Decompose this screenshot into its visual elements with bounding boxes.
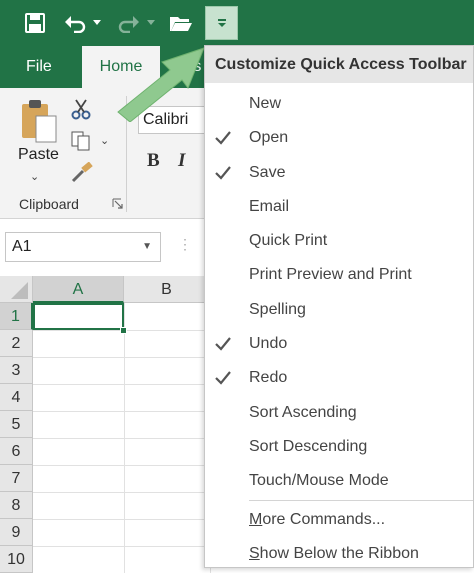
paste-label: Paste [18, 146, 59, 163]
bold-button[interactable]: B [147, 150, 160, 172]
clipboard-group-label: Clipboard [19, 196, 79, 212]
menu-item-show-below-ribbon[interactable]: Show Below the Ribbon [205, 537, 473, 571]
menu-item-label: Redo [249, 369, 288, 387]
save-icon[interactable] [22, 8, 48, 38]
menu-item-label: Sort Ascending [249, 403, 357, 421]
tab-file[interactable]: File [26, 46, 52, 88]
checkmark-icon [214, 361, 232, 395]
menu-item-new[interactable]: New [205, 87, 473, 121]
gridline [33, 330, 233, 331]
gridline [124, 303, 125, 573]
menu-item-email[interactable]: Email [205, 190, 473, 224]
row-header[interactable]: 9 [0, 519, 33, 546]
folder-open-icon[interactable] [167, 8, 195, 38]
fill-handle[interactable] [120, 327, 127, 334]
row-header[interactable]: 1 [0, 303, 33, 330]
copy-dropdown-icon[interactable]: ⌄ [100, 134, 109, 147]
copy-icon[interactable] [70, 130, 92, 152]
row-header[interactable]: 3 [0, 357, 33, 384]
menu-item-open[interactable]: Open [205, 121, 473, 155]
scissors-icon[interactable] [70, 98, 92, 120]
menu-item-label: Touch/Mouse Mode [249, 472, 389, 490]
menu-item-label: Email [249, 197, 290, 215]
paste-icon [22, 100, 57, 143]
chevron-down-icon: ▼ [142, 241, 152, 252]
formula-bar-grip-icon[interactable]: ⋮ [178, 236, 192, 253]
menu-item-touch-mouse-mode[interactable]: Touch/Mouse Mode [205, 464, 473, 498]
customize-toolbar-dropdown-icon[interactable] [205, 6, 238, 40]
gridline [33, 492, 233, 493]
menu-item-label: ore Commands... [262, 510, 386, 528]
checkmark-icon [214, 121, 232, 155]
customize-qat-menu: Customize Quick Access Toolbar New Open … [204, 45, 474, 568]
row-header[interactable]: 6 [0, 438, 33, 465]
menu-item-print-preview[interactable]: Print Preview and Print [205, 258, 473, 292]
row-header[interactable]: 7 [0, 465, 33, 492]
format-painter-icon[interactable] [70, 162, 94, 184]
menu-item-redo[interactable]: Redo [205, 361, 473, 395]
menu-item-label: how Below the Ribbon [259, 544, 419, 562]
name-box[interactable]: A1 ▼ [5, 232, 161, 262]
menu-item-label: Open [249, 129, 289, 147]
column-header[interactable]: A [33, 276, 124, 303]
undo-dropdown-icon[interactable] [90, 8, 104, 38]
row-header[interactable]: 2 [0, 330, 33, 357]
checkmark-icon [214, 327, 232, 361]
menu-item-label: Save [249, 163, 286, 181]
redo-icon[interactable] [116, 8, 142, 38]
access-key: S [249, 544, 260, 562]
gridline [33, 384, 233, 385]
menu-item-label: Quick Print [249, 232, 328, 250]
menu-item-more-commands[interactable]: More Commands... [205, 503, 473, 537]
menu-item-sort-descending[interactable]: Sort Descending [205, 430, 473, 464]
access-key: M [249, 510, 263, 528]
menu-item-quick-print[interactable]: Quick Print [205, 224, 473, 258]
gridline [33, 438, 233, 439]
gridline [33, 519, 233, 520]
menu-item-sort-ascending[interactable]: Sort Ascending [205, 396, 473, 430]
gridline [33, 357, 233, 358]
chevron-down-icon: ⌄ [30, 171, 40, 183]
redo-dropdown-icon[interactable] [144, 8, 158, 38]
menu-item-label: New [249, 95, 282, 112]
row-header[interactable]: 5 [0, 411, 33, 438]
name-box-value: A1 [12, 238, 32, 255]
menu-item-undo[interactable]: Undo [205, 327, 473, 361]
callout-arrow [117, 47, 205, 122]
gridline [33, 546, 233, 547]
menu-item-label: Print Preview and Print [249, 266, 412, 284]
row-header[interactable]: 10 [0, 546, 33, 573]
menu-separator [249, 499, 473, 501]
row-header[interactable]: 8 [0, 492, 33, 519]
menu-item-label: Spelling [249, 300, 306, 318]
menu-title: Customize Quick Access Toolbar [205, 46, 473, 83]
undo-icon[interactable] [62, 8, 88, 38]
menu-item-label: Undo [249, 335, 288, 353]
gridline [33, 411, 233, 412]
menu-item-save[interactable]: Save [205, 156, 473, 190]
row-header[interactable]: 4 [0, 384, 33, 411]
select-all-corner[interactable] [0, 276, 33, 303]
column-header[interactable]: B [124, 276, 210, 303]
gridline [33, 465, 233, 466]
quick-access-toolbar [0, 0, 474, 46]
checkmark-icon [214, 156, 232, 190]
menu-item-label: Sort Descending [249, 437, 368, 455]
menu-item-spelling[interactable]: Spelling [205, 293, 473, 327]
dialog-launcher-icon[interactable] [112, 198, 123, 209]
italic-button[interactable]: I [178, 150, 185, 172]
active-cell[interactable] [33, 303, 124, 330]
